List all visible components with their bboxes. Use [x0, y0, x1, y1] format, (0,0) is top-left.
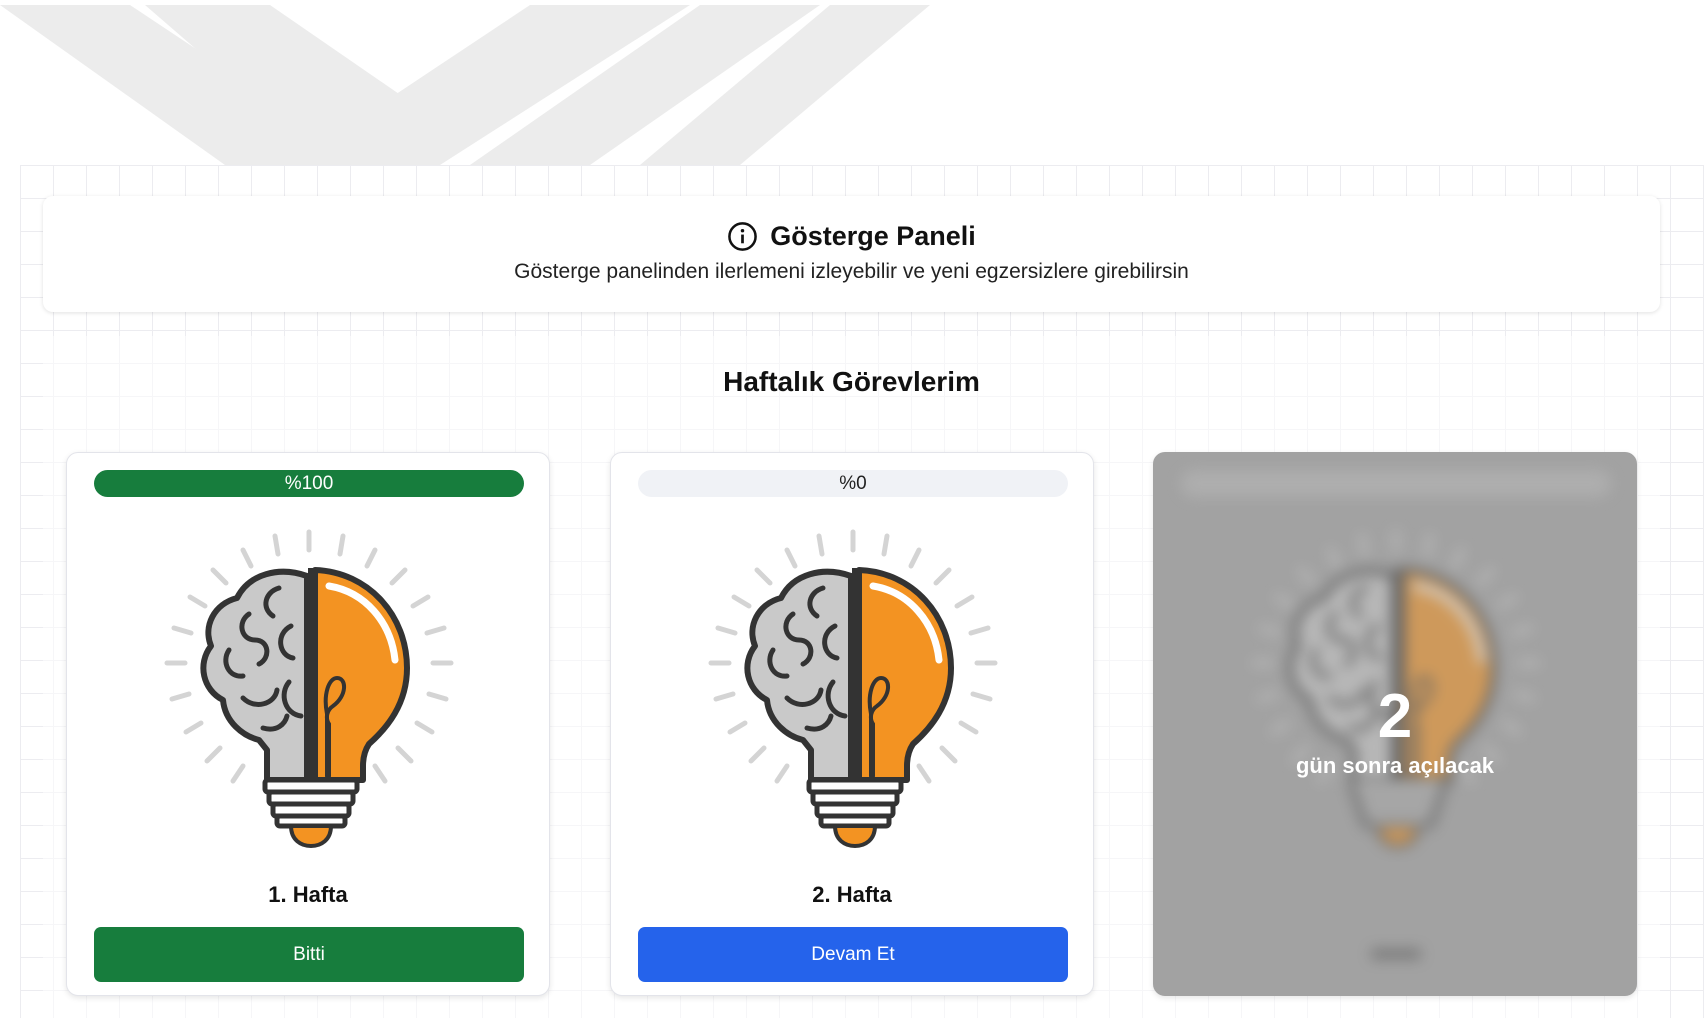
brain-bulb-illustration	[703, 518, 1003, 848]
info-title-row: Gösterge Paneli	[43, 221, 1660, 252]
brain-bulb-illustration	[159, 518, 459, 848]
page-subtitle: Gösterge panelinden ilerlemeni izleyebil…	[514, 260, 1189, 283]
progress-label: %0	[839, 473, 867, 494]
week-label: 1. Hafta	[268, 882, 348, 907]
week-card-1: %100 1. Hafta Bitti	[66, 452, 550, 996]
progress-bar	[1181, 470, 1611, 497]
weekly-tasks-title: Haftalık Görevlerim	[723, 366, 980, 397]
week-label: 2. Hafta	[812, 882, 892, 907]
week-card-3-locked: 2 gün sonra açılacak	[1153, 452, 1637, 996]
lock-overlay: 2 gün sonra açılacak	[1154, 681, 1636, 779]
page-title: Gösterge Paneli	[770, 221, 976, 251]
week-card-2: %0 2. Hafta Devam Et	[610, 452, 1094, 996]
days-remaining: 2	[1377, 682, 1413, 751]
unlock-message: gün sonra açılacak	[1295, 753, 1495, 778]
continue-button[interactable]: Devam Et	[638, 927, 1068, 982]
watermark-chevrons	[0, 5, 930, 165]
info-panel: Gösterge Paneli Gösterge panelinden iler…	[43, 196, 1660, 312]
done-button[interactable]: Bitti	[94, 927, 524, 982]
info-icon	[728, 222, 758, 251]
progress-bar: %0	[638, 470, 1068, 497]
blurred-button	[1371, 949, 1421, 959]
progress-bar: %100	[94, 470, 524, 497]
progress-label: %100	[284, 473, 334, 494]
